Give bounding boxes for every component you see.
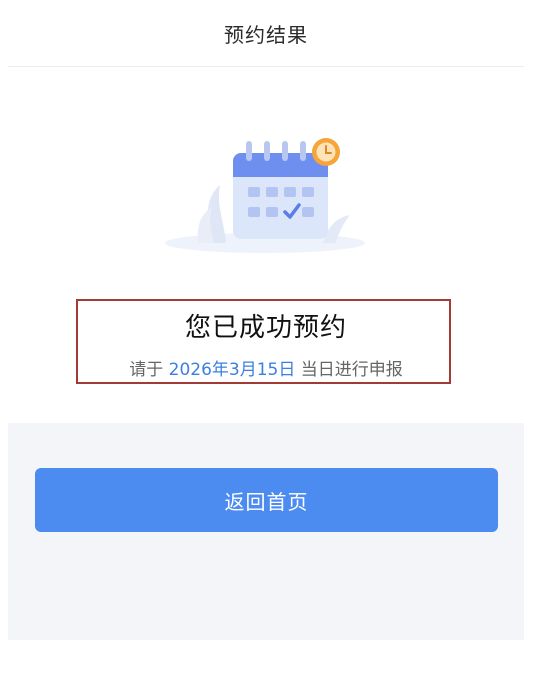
result-card: 您已成功预约 请于 2026年3月15日 当日进行申报 xyxy=(8,67,524,423)
page-title: 预约结果 xyxy=(224,22,308,47)
result-title: 您已成功预约 xyxy=(184,313,347,343)
result-description: 请于 2026年3月15日 当日进行申报 xyxy=(8,355,524,380)
desc-prefix: 请于 xyxy=(129,360,164,380)
appointment-date: 2026年3月15日 xyxy=(168,360,296,380)
return-home-button[interactable]: 返回首页 xyxy=(35,468,498,532)
calendar-check-icon xyxy=(165,138,365,253)
page-header: 预约结果 xyxy=(8,0,524,67)
app-frame: 预约结果 您已成功预约 请于 2026年3月15日 当日进行申报 返回首页 xyxy=(8,0,524,640)
clock-icon xyxy=(312,138,340,166)
desc-suffix: 当日进行申报 xyxy=(300,360,403,380)
